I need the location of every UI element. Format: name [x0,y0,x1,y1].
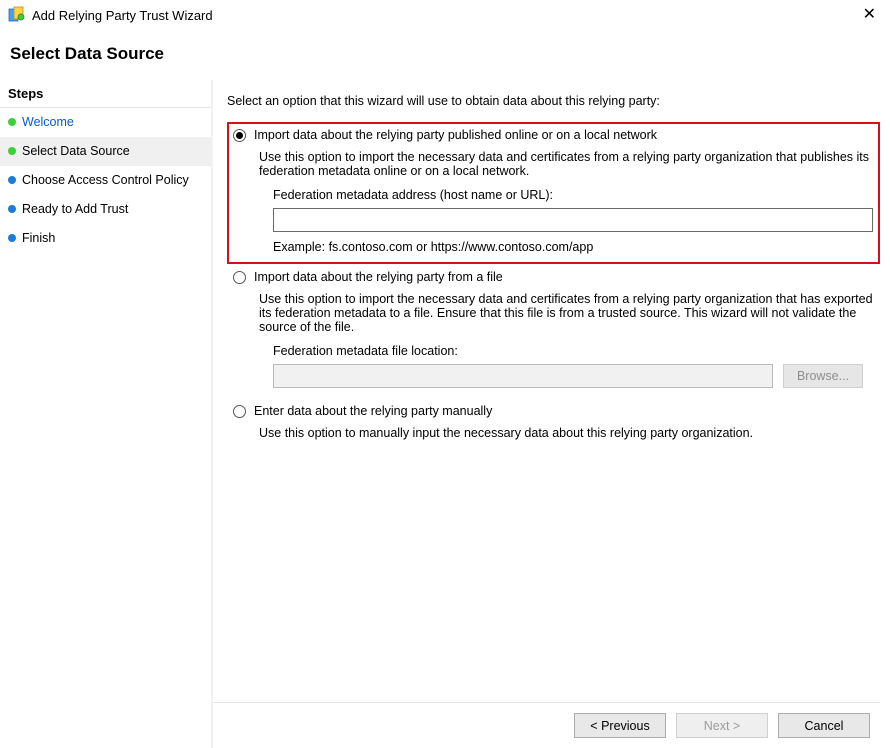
step-label: Choose Access Control Policy [22,173,189,188]
steps-header: Steps [0,80,211,108]
metadata-file-input [273,364,773,388]
wizard-footer: < Previous Next > Cancel [213,702,880,738]
next-button: Next > [676,713,768,738]
option-manual: Enter data about the relying party manua… [227,398,880,450]
title-bar: Add Relying Party Trust Wizard ✕ [0,0,890,30]
step-bullet-icon [8,147,16,155]
step-bullet-icon [8,176,16,184]
option-import-online-desc: Use this option to import the necessary … [259,150,874,178]
instruction-text: Select an option that this wizard will u… [227,94,880,108]
option-manual-title: Enter data about the relying party manua… [254,404,492,418]
main-panel: Select an option that this wizard will u… [212,80,890,748]
radio-import-online[interactable] [233,129,246,142]
step-label: Welcome [22,115,74,130]
browse-button: Browse... [783,364,863,388]
option-import-file: Import data about the relying party from… [227,264,880,398]
metadata-address-input[interactable] [273,208,873,232]
radio-manual[interactable] [233,405,246,418]
close-icon[interactable]: ✕ [859,7,880,23]
metadata-address-example: Example: fs.contoso.com or https://www.c… [273,240,874,254]
option-import-online: Import data about the relying party publ… [227,122,880,264]
page-title: Select Data Source [0,30,890,80]
step-label: Finish [22,231,55,246]
previous-button[interactable]: < Previous [574,713,666,738]
option-manual-desc: Use this option to manually input the ne… [259,426,874,440]
step-finish[interactable]: Finish [0,224,211,253]
wizard-icon [8,6,26,24]
steps-sidebar: Steps Welcome Select Data Source Choose … [0,80,212,748]
step-ready-to-add-trust[interactable]: Ready to Add Trust [0,195,211,224]
step-bullet-icon [8,205,16,213]
step-label: Select Data Source [22,144,130,159]
step-bullet-icon [8,118,16,126]
step-bullet-icon [8,234,16,242]
cancel-button[interactable]: Cancel [778,713,870,738]
step-label: Ready to Add Trust [22,202,128,217]
step-select-data-source[interactable]: Select Data Source [0,137,211,166]
option-import-file-desc: Use this option to import the necessary … [259,292,874,334]
window-title: Add Relying Party Trust Wizard [32,8,859,23]
metadata-address-label: Federation metadata address (host name o… [273,188,874,202]
option-import-online-title: Import data about the relying party publ… [254,128,657,142]
step-choose-access-control-policy[interactable]: Choose Access Control Policy [0,166,211,195]
metadata-file-label: Federation metadata file location: [273,344,874,358]
option-import-file-title: Import data about the relying party from… [254,270,503,284]
radio-import-file[interactable] [233,271,246,284]
step-welcome[interactable]: Welcome [0,108,211,137]
